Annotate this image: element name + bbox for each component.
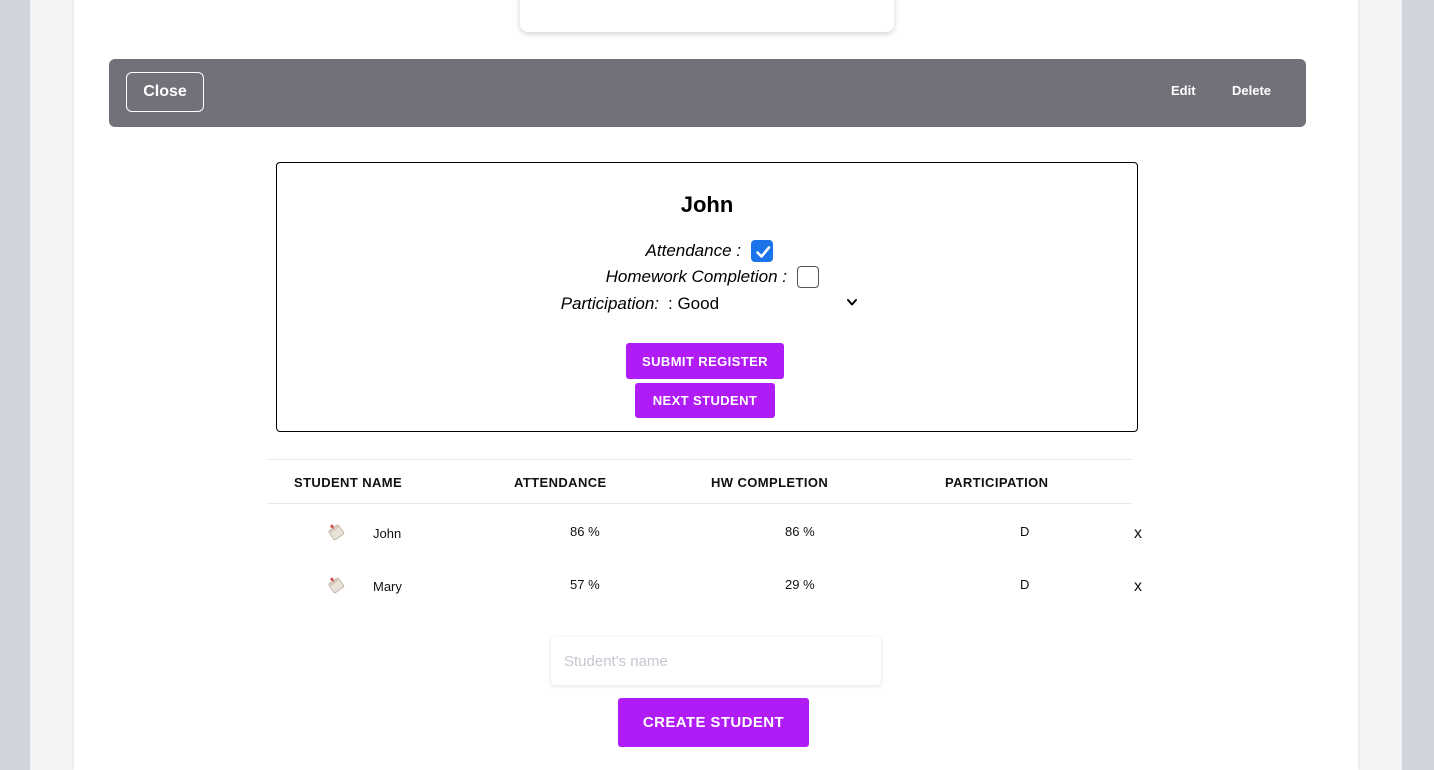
table-row: Mary 57 % 29 % D x: [267, 571, 1167, 611]
header-hw-completion: HW COMPLETION: [711, 475, 829, 490]
hw-completion-cell: 86 %: [785, 524, 815, 539]
student-name-cell: John: [373, 526, 402, 541]
register-panel: John Attendance : Homework Completion : …: [276, 162, 1138, 432]
header-participation: PARTICIPATION: [945, 475, 1049, 490]
student-tag-icon: [328, 577, 345, 594]
chevron-down-icon: [847, 299, 857, 306]
student-name-input[interactable]: [551, 637, 881, 685]
table-row: John 86 % 86 % D x: [267, 518, 1167, 558]
checkmark-icon: [756, 246, 771, 258]
participation-value: : Good: [668, 294, 720, 313]
edit-button[interactable]: Edit: [1171, 83, 1196, 98]
student-tag-icon: [328, 524, 345, 541]
attendance-checkbox[interactable]: [751, 240, 773, 262]
participation-cell: D: [1020, 577, 1030, 592]
remove-student-button[interactable]: x: [1134, 578, 1142, 596]
homework-checkbox[interactable]: [797, 266, 819, 288]
student-name-cell: Mary: [373, 579, 402, 594]
students-table-header: STUDENT NAME ATTENDANCE HW COMPLETION PA…: [267, 459, 1132, 504]
header-attendance: ATTENDANCE: [514, 475, 607, 490]
attendance-cell: 86 %: [570, 524, 600, 539]
participation-cell: D: [1020, 524, 1030, 539]
current-student-name: John: [680, 192, 734, 217]
modal-toolbar: Close Edit Delete: [109, 59, 1306, 127]
participation-select[interactable]: : Good: [663, 292, 861, 316]
submit-register-button[interactable]: SUBMIT REGISTER: [626, 343, 784, 379]
participation-label: Participation:: [560, 294, 659, 313]
close-button[interactable]: Close: [126, 72, 204, 112]
remove-student-button[interactable]: x: [1134, 525, 1142, 543]
delete-button[interactable]: Delete: [1232, 83, 1271, 98]
next-student-button[interactable]: NEXT STUDENT: [635, 383, 775, 418]
homework-label: Homework Completion :: [605, 267, 787, 286]
hw-completion-cell: 29 %: [785, 577, 815, 592]
create-student-button[interactable]: CREATE STUDENT: [618, 698, 809, 747]
top-popover: [520, 0, 894, 32]
attendance-label: Attendance :: [645, 241, 741, 260]
attendance-cell: 57 %: [570, 577, 600, 592]
header-student-name: STUDENT NAME: [294, 475, 403, 490]
